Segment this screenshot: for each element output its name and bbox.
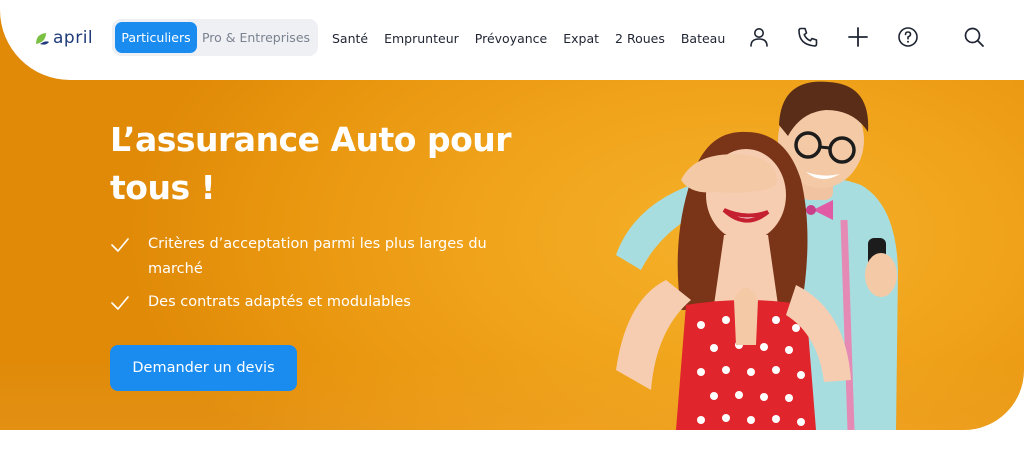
request-quote-button[interactable]: Demander un devis — [110, 345, 297, 391]
nav-prevoyance[interactable]: Prévoyance — [475, 31, 547, 46]
tab-pro-entreprises[interactable]: Pro & Entreprises — [197, 22, 315, 53]
hero-title: L’assurance Auto pour tous ! — [110, 120, 512, 207]
help-icon[interactable] — [896, 25, 920, 49]
user-icon[interactable] — [747, 25, 771, 49]
april-logo[interactable]: april — [34, 27, 93, 49]
main-nav: Santé Emprunteur Prévoyance Expat 2 Roue… — [332, 28, 725, 48]
logo-text: april — [53, 28, 94, 48]
audience-switch: Particuliers Pro & Entreprises — [112, 19, 318, 56]
nav-bateau[interactable]: Bateau — [681, 31, 725, 46]
search-icon[interactable] — [962, 25, 986, 49]
check-icon — [110, 235, 130, 255]
phone-icon[interactable] — [796, 25, 820, 49]
check-icon — [110, 293, 130, 313]
nav-2-roues[interactable]: 2 Roues — [615, 31, 665, 46]
plus-icon[interactable] — [846, 25, 870, 49]
hero-photo — [596, 70, 926, 430]
feature-text: Critères d’acceptation parmi les plus la… — [148, 236, 487, 277]
feature-text: Des contrats adaptés et modulables — [148, 294, 411, 310]
nav-sante[interactable]: Santé — [332, 31, 368, 46]
site-header: april Particuliers Pro & Entreprises San… — [0, 0, 1024, 80]
tab-particuliers[interactable]: Particuliers — [115, 22, 197, 53]
feature-item: Critères d’acceptation parmi les plus la… — [110, 232, 550, 282]
nav-emprunteur[interactable]: Emprunteur — [384, 31, 459, 46]
nav-expat[interactable]: Expat — [563, 31, 599, 46]
feature-list: Critères d’acceptation parmi les plus la… — [110, 232, 550, 323]
logo-leaf-icon — [34, 30, 50, 46]
feature-item: Des contrats adaptés et modulables — [110, 290, 550, 315]
